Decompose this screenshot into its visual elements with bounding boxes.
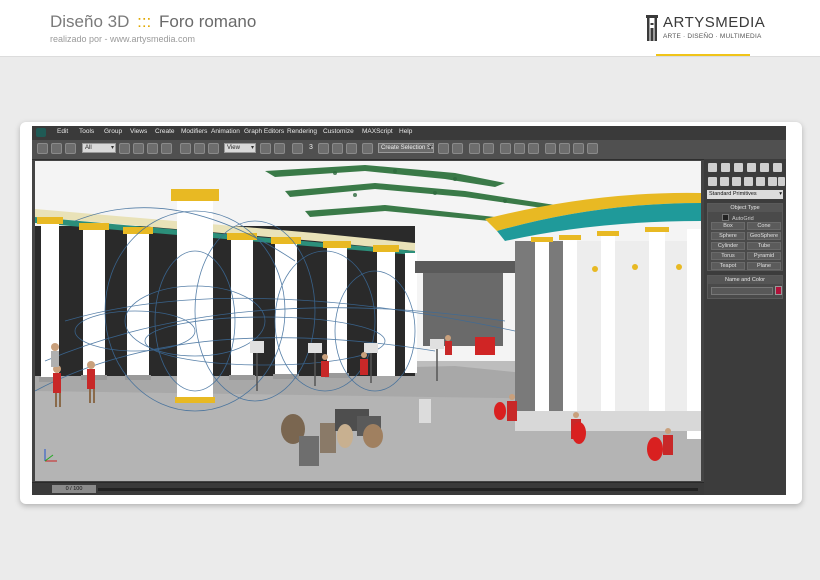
time-slider[interactable]: 0 / 100: [52, 485, 96, 493]
rectangular-selection-icon[interactable]: [147, 143, 158, 154]
logo-tagline: ARTE · DISEÑO · MULTIMEDIA: [663, 33, 762, 40]
geosphere-button[interactable]: GeoSphere: [747, 232, 781, 240]
menu-help[interactable]: Help: [399, 128, 412, 135]
menu-tools[interactable]: Tools: [79, 128, 94, 135]
select-scale-icon[interactable]: [208, 143, 219, 154]
percent-snap-icon[interactable]: [332, 143, 343, 154]
graphite-ribbon-icon[interactable]: [483, 143, 494, 154]
angle-snap-icon[interactable]: [318, 143, 329, 154]
schematic-view-icon[interactable]: [514, 143, 525, 154]
pivot-center-icon[interactable]: [260, 143, 271, 154]
helpers-icon[interactable]: [756, 177, 765, 186]
command-panel: Standard Primitives Object Type AutoGrid…: [704, 159, 786, 495]
box-button[interactable]: Box: [711, 222, 745, 230]
select-manipulate-icon[interactable]: [274, 143, 285, 154]
render-iterative-icon[interactable]: [587, 143, 598, 154]
menu-graph-editors[interactable]: Graph Editors: [244, 128, 284, 135]
project-title: Foro romano: [159, 12, 257, 31]
tube-button[interactable]: Tube: [747, 242, 781, 250]
menu-group[interactable]: Group: [104, 128, 122, 135]
main-toolbar: All View 3 Create Selection Se: [32, 140, 786, 160]
torus-button[interactable]: Torus: [711, 252, 745, 260]
logo-underline: [656, 54, 750, 56]
menu-edit[interactable]: Edit: [57, 128, 68, 135]
menu-create[interactable]: Create: [155, 128, 175, 135]
sphere-button[interactable]: Sphere: [711, 232, 745, 240]
space-warps-icon[interactable]: [768, 177, 777, 186]
align-icon[interactable]: [452, 143, 463, 154]
rendered-frame-window-icon[interactable]: [559, 143, 570, 154]
geometry-icon[interactable]: [708, 177, 717, 186]
autogrid-checkbox[interactable]: AutoGrid: [722, 214, 754, 222]
selection-filter-dropdown[interactable]: All: [82, 143, 116, 153]
object-color-swatch[interactable]: [775, 286, 782, 295]
reference-coordinate-dropdown[interactable]: View: [224, 143, 256, 153]
creation-category-dropdown[interactable]: Standard Primitives: [707, 190, 783, 199]
named-selection-set-field[interactable]: Create Selection Se: [378, 143, 434, 153]
curve-editor-icon[interactable]: [500, 143, 511, 154]
app-logo-icon[interactable]: [36, 128, 46, 137]
menu-rendering[interactable]: Rendering: [287, 128, 317, 135]
edit-named-selection-icon[interactable]: [362, 143, 373, 154]
select-move-icon[interactable]: [180, 143, 191, 154]
display-tab-icon[interactable]: [760, 163, 769, 172]
bind-space-warp-icon[interactable]: [65, 143, 76, 154]
3ds-max-window: Edit Tools Group Views Create Modifiers …: [32, 126, 786, 495]
track-bar[interactable]: [98, 488, 698, 491]
credit-line: realizado por - www.artysmedia.com: [50, 34, 196, 44]
select-by-name-icon[interactable]: [133, 143, 144, 154]
layer-manager-icon[interactable]: [469, 143, 480, 154]
select-object-icon[interactable]: [119, 143, 130, 154]
create-tab-icon[interactable]: [708, 163, 717, 172]
spinner-snap-icon[interactable]: [346, 143, 357, 154]
command-panel-tabs: [706, 161, 785, 191]
cameras-icon[interactable]: [744, 177, 753, 186]
hierarchy-tab-icon[interactable]: [734, 163, 743, 172]
time-slider-bar: 0 / 100: [32, 482, 704, 495]
menu-views[interactable]: Views: [130, 128, 147, 135]
brand-title: Diseño 3D: [50, 12, 130, 31]
mirror-icon[interactable]: [438, 143, 449, 154]
modify-tab-icon[interactable]: [721, 163, 730, 172]
object-type-rollout: Object Type AutoGrid Box Cone Sphere Geo…: [707, 203, 783, 271]
menu-modifiers[interactable]: Modifiers: [181, 128, 207, 135]
menu-customize[interactable]: Customize: [323, 128, 354, 135]
menu-bar: Edit Tools Group Views Create Modifiers …: [32, 126, 786, 140]
window-crossing-icon[interactable]: [161, 143, 172, 154]
systems-icon[interactable]: [778, 177, 785, 186]
name-and-color-rollout: Name and Color: [707, 275, 783, 299]
menu-animation[interactable]: Animation: [211, 128, 240, 135]
shapes-icon[interactable]: [720, 177, 729, 186]
name-and-color-title[interactable]: Name and Color: [708, 276, 782, 284]
logo-mark-icon: [646, 15, 658, 41]
logo-name: ARTYSMEDIA: [663, 14, 766, 31]
pyramid-button[interactable]: Pyramid: [747, 252, 781, 260]
motion-tab-icon[interactable]: [747, 163, 756, 172]
cone-button[interactable]: Cone: [747, 222, 781, 230]
render-setup-icon[interactable]: [545, 143, 556, 154]
object-type-title[interactable]: Object Type: [708, 204, 782, 212]
keyboard-shortcut-icon[interactable]: [292, 143, 303, 154]
snap-toggle-value[interactable]: 3: [309, 144, 313, 151]
page-title: Diseño 3D ::: Foro romano: [50, 12, 256, 32]
utilities-tab-icon[interactable]: [773, 163, 782, 172]
link-icon[interactable]: [37, 143, 48, 154]
teapot-button[interactable]: Teapot: [711, 262, 745, 270]
object-name-input[interactable]: [711, 287, 773, 295]
artysmedia-logo[interactable]: ARTYSMEDIA ARTE · DISEÑO · MULTIMEDIA: [646, 14, 765, 44]
render-production-icon[interactable]: [573, 143, 584, 154]
unlink-icon[interactable]: [51, 143, 62, 154]
page-header: Diseño 3D ::: Foro romano realizado por …: [0, 0, 820, 57]
title-separator: :::: [137, 12, 152, 31]
scene-render: [35, 161, 701, 481]
material-editor-icon[interactable]: [528, 143, 539, 154]
lights-icon[interactable]: [732, 177, 741, 186]
menu-maxscript[interactable]: MAXScript: [362, 128, 393, 135]
cylinder-button[interactable]: Cylinder: [711, 242, 745, 250]
select-rotate-icon[interactable]: [194, 143, 205, 154]
perspective-viewport[interactable]: [35, 161, 701, 481]
plane-button[interactable]: Plane: [747, 262, 781, 270]
